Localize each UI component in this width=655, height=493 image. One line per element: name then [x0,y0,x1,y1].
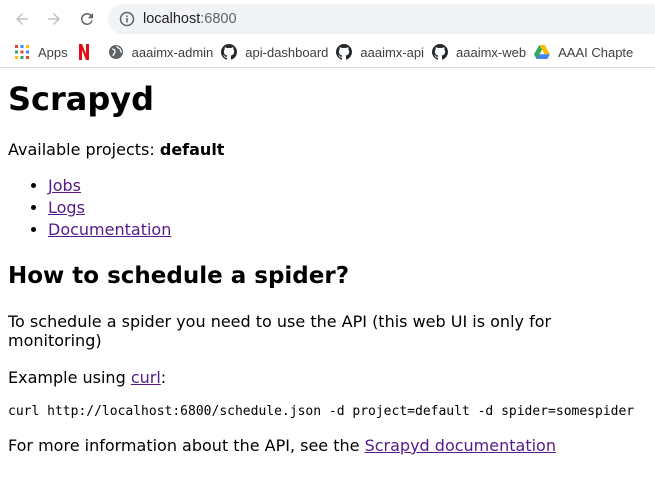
projects-value: default [159,140,225,160]
github-icon [336,44,353,60]
scrapyd-documentation-link[interactable]: Scrapyd documentation [365,436,556,455]
address-bar[interactable]: localhost:6800 [108,4,655,34]
arrow-forward-icon [48,13,60,25]
globe-icon [108,44,124,60]
url-port: :6800 [200,11,237,27]
info-icon[interactable] [119,11,135,27]
back-button[interactable] [10,7,34,31]
example-suffix: : [160,368,167,388]
projects-label: Available projects: [8,140,160,160]
bookmark-label: AAAI Chapte [558,44,634,60]
nav-links: Jobs Logs Documentation [8,175,647,241]
more-info-text: For more information about the API, see … [8,436,647,455]
url-host: localhost [143,11,201,27]
github-icon [221,44,238,60]
url-text: localhost:6800 [143,11,237,27]
arrow-back-icon [16,13,28,25]
list-item: Jobs [48,175,647,197]
github-icon [432,44,449,60]
bookmark-aaai-chapter[interactable]: AAAI Chapte [534,38,641,66]
google-drive-icon [534,44,551,60]
reload-button[interactable] [75,7,99,31]
page-content: Scrapyd Available projects: default Jobs… [0,80,655,455]
bookmark-label: aaaimx-api [360,44,425,60]
bookmark-aaaimx-web[interactable]: aaaimx-web [432,38,534,66]
bookmark-label: Apps [38,44,68,60]
example-text: Example using curl: [8,368,647,387]
forward-button[interactable] [42,7,66,31]
schedule-heading: How to schedule a spider? [8,263,350,290]
curl-link[interactable]: curl [131,368,161,387]
bookmark-aaaimx-api[interactable]: aaaimx-api [336,38,432,66]
available-projects: Available projects: default [8,140,647,159]
bookmark-api-dashboard[interactable]: api-dashboard [221,38,336,66]
browser-toolbar: localhost:6800 [0,0,655,37]
curl-command: curl http://localhost:6800/schedule.json… [8,403,635,419]
bookmark-apps[interactable]: Apps [0,38,76,66]
apps-grid-icon [14,44,30,60]
bookmark-label: api-dashboard [245,44,329,60]
list-item: Documentation [48,219,647,241]
logs-link[interactable]: Logs [48,198,85,217]
schedule-text: To schedule a spider you need to use the… [8,311,552,351]
bookmark-netflix[interactable] [76,38,108,66]
netflix-icon [76,44,92,60]
jobs-link[interactable]: Jobs [48,176,81,195]
page-title: Scrapyd [8,80,155,118]
bookmark-label: aaaimx-admin [131,44,214,60]
example-prefix: Example using [8,368,131,388]
bookmark-aaaimx-admin[interactable]: aaaimx-admin [108,38,222,66]
bookmark-label: aaaimx-web [456,44,527,60]
more-prefix: For more information about the API, see … [8,435,365,455]
reload-icon [80,12,93,25]
documentation-link[interactable]: Documentation [48,220,171,239]
list-item: Logs [48,197,647,219]
bookmarks-bar: Apps aaaimx-admin api-dashboard aaaimx-a… [0,37,655,68]
